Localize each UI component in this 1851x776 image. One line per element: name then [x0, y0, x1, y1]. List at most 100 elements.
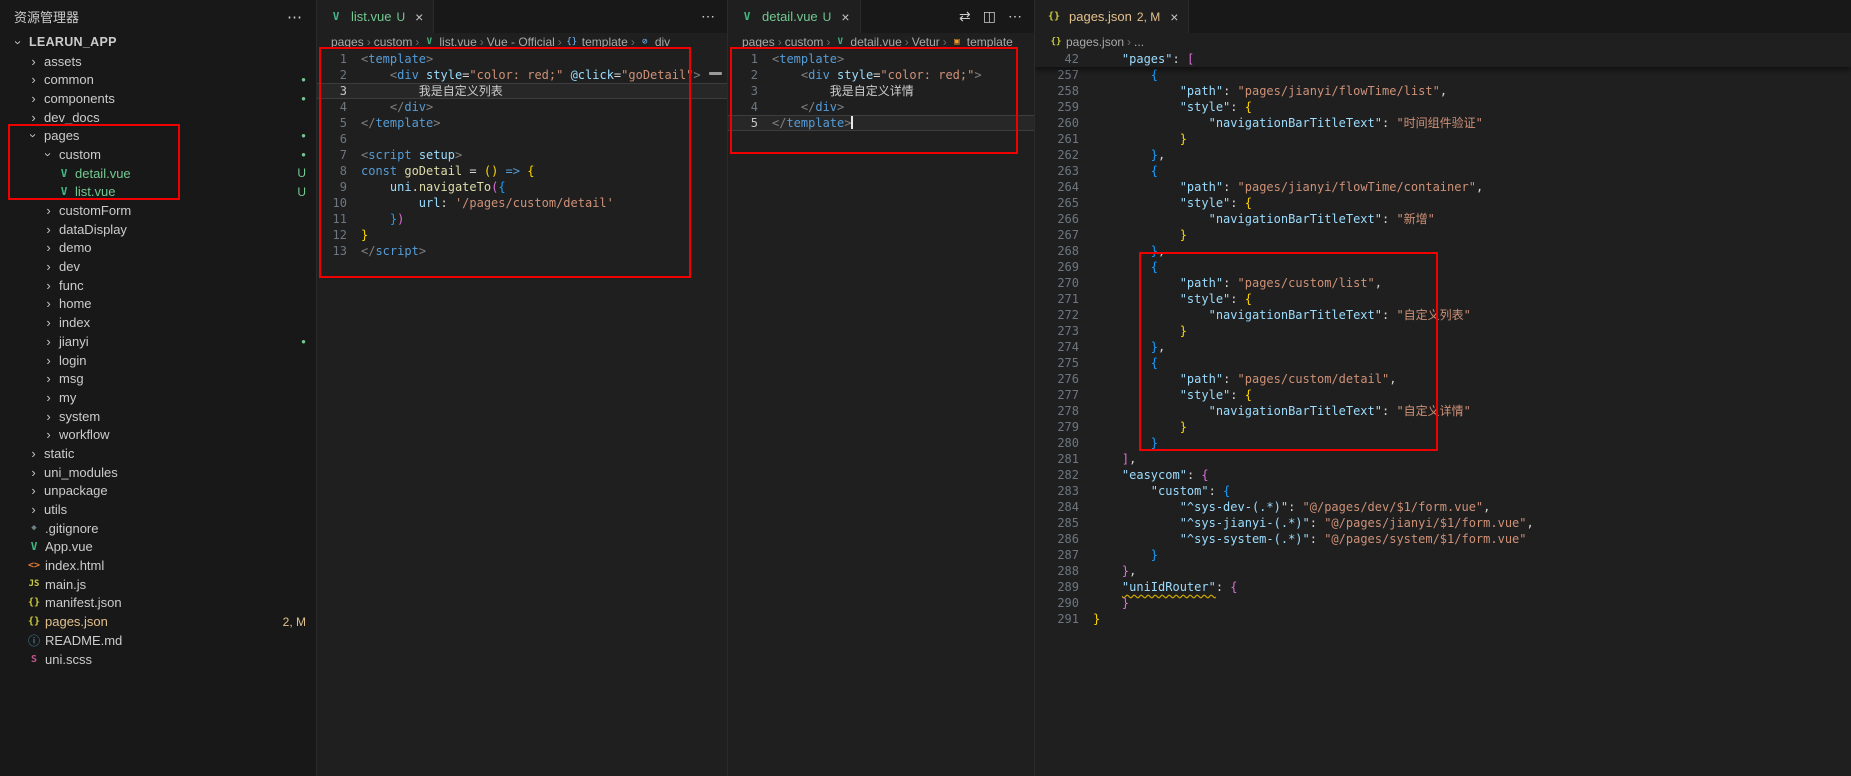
tree-item-system[interactable]: ›system: [0, 407, 316, 426]
tab-detail-vue[interactable]: V detail.vue U ×: [728, 0, 861, 33]
tree-item-static[interactable]: ›static: [0, 444, 316, 463]
code-line[interactable]: 1<template>: [317, 51, 727, 67]
code-line[interactable]: 286 "^sys-system-(.*)": "@/pages/system/…: [1035, 531, 1851, 547]
code-line[interactable]: 9 uni.navigateTo({: [317, 179, 727, 195]
code-line[interactable]: 257 {: [1035, 67, 1851, 83]
code-line[interactable]: 284 "^sys-dev-(.*)": "@/pages/dev/$1/for…: [1035, 499, 1851, 515]
breadcrumb[interactable]: pages›custom›Vdetail.vue›Vetur›▣template: [728, 33, 1034, 51]
more-actions-icon[interactable]: ⋯: [287, 8, 302, 26]
breadcrumb[interactable]: {}pages.json›...: [1035, 33, 1851, 51]
tree-item-utils[interactable]: ›utils: [0, 500, 316, 519]
open-changes-icon[interactable]: ⇄: [959, 8, 971, 25]
breadcrumb-item-list-vue[interactable]: Vlist.vue: [422, 35, 476, 49]
breadcrumb-item-pages-json[interactable]: {}pages.json: [1049, 35, 1124, 49]
code-line[interactable]: 5</template>: [728, 115, 1034, 131]
tab-list-vue[interactable]: V list.vue U ×: [317, 0, 434, 33]
tree-item-home[interactable]: ›home: [0, 295, 316, 314]
code-line[interactable]: 4 </div>: [728, 99, 1034, 115]
tree-item-workflow[interactable]: ›workflow: [0, 425, 316, 444]
code-line[interactable]: 271 "style": {: [1035, 291, 1851, 307]
code-line[interactable]: 10 url: '/pages/custom/detail': [317, 195, 727, 211]
tree-item-jianyi[interactable]: ›jianyi●: [0, 332, 316, 351]
code-area-pages-json[interactable]: 42 "pages": [257 {258 "path": "pages/jia…: [1035, 51, 1851, 776]
code-line[interactable]: 283 "custom": {: [1035, 483, 1851, 499]
split-editor-icon[interactable]: ◫: [983, 8, 996, 25]
code-line[interactable]: 282 "easycom": {: [1035, 467, 1851, 483]
code-line[interactable]: 12}: [317, 227, 727, 243]
tree-item-learun-app[interactable]: ›LEARUN_APP: [0, 33, 316, 52]
code-line[interactable]: 277 "style": {: [1035, 387, 1851, 403]
code-line[interactable]: 285 "^sys-jianyi-(.*)": "@/pages/jianyi/…: [1035, 515, 1851, 531]
sticky-scroll-line[interactable]: 42 "pages": [: [1035, 51, 1851, 67]
code-line[interactable]: 279 }: [1035, 419, 1851, 435]
tree-item-main-js[interactable]: JSmain.js: [0, 575, 316, 594]
code-line[interactable]: 268 },: [1035, 243, 1851, 259]
tree-item-assets[interactable]: ›assets: [0, 52, 316, 71]
breadcrumb-item-pages[interactable]: pages: [742, 35, 775, 49]
breadcrumb-item-pages[interactable]: pages: [331, 35, 364, 49]
code-line[interactable]: 275 {: [1035, 355, 1851, 371]
code-line[interactable]: 2 <div style="color: red;">: [728, 67, 1034, 83]
code-line[interactable]: 265 "style": {: [1035, 195, 1851, 211]
close-icon[interactable]: ×: [415, 9, 423, 25]
tree-item-unpackage[interactable]: ›unpackage: [0, 482, 316, 501]
code-line[interactable]: 260 "navigationBarTitleText": "时间组件验证": [1035, 115, 1851, 131]
close-icon[interactable]: ×: [841, 9, 849, 25]
breadcrumb-item-custom[interactable]: custom: [785, 35, 824, 49]
code-line[interactable]: 13</script>: [317, 243, 727, 259]
code-line[interactable]: 6: [317, 131, 727, 147]
code-line[interactable]: 2 <div style="color: red;" @click="goDet…: [317, 67, 727, 83]
code-line[interactable]: 289 "uniIdRouter": {: [1035, 579, 1851, 595]
code-line[interactable]: 269 {: [1035, 259, 1851, 275]
code-line[interactable]: 291}: [1035, 611, 1851, 627]
breadcrumb-item-vetur[interactable]: Vetur: [912, 35, 940, 49]
close-icon[interactable]: ×: [1170, 9, 1178, 25]
code-line[interactable]: 288 },: [1035, 563, 1851, 579]
code-line[interactable]: 11 }): [317, 211, 727, 227]
tree-item-components[interactable]: ›components●: [0, 89, 316, 108]
code-line[interactable]: 259 "style": {: [1035, 99, 1851, 115]
code-area-detail-vue[interactable]: 1<template>2 <div style="color: red;">3 …: [728, 51, 1034, 776]
tree-item-list-vue[interactable]: Vlist.vueU: [0, 183, 316, 202]
code-line[interactable]: 261 }: [1035, 131, 1851, 147]
tree-item-app-vue[interactable]: VApp.vue: [0, 538, 316, 557]
tree-item-login[interactable]: ›login: [0, 351, 316, 370]
tree-item-common[interactable]: ›common●: [0, 70, 316, 89]
code-line[interactable]: 274 },: [1035, 339, 1851, 355]
breadcrumb-item-div[interactable]: ⊘div: [638, 35, 670, 49]
tree-item-dev[interactable]: ›dev: [0, 257, 316, 276]
code-line[interactable]: 5</template>: [317, 115, 727, 131]
code-line[interactable]: 263 {: [1035, 163, 1851, 179]
code-line[interactable]: 262 },: [1035, 147, 1851, 163]
tree-item-func[interactable]: ›func: [0, 276, 316, 295]
code-line[interactable]: 4 </div>: [317, 99, 727, 115]
tree-item-gitignore[interactable]: ◆.gitignore: [0, 519, 316, 538]
more-actions-icon[interactable]: ⋯: [701, 8, 715, 25]
breadcrumb-item-custom[interactable]: custom: [374, 35, 413, 49]
code-line[interactable]: 280 }: [1035, 435, 1851, 451]
code-line[interactable]: 281 ],: [1035, 451, 1851, 467]
tree-item-index[interactable]: ›index: [0, 313, 316, 332]
tree-item-manifest-json[interactable]: {}manifest.json: [0, 594, 316, 613]
tree-item-customform[interactable]: ›customForm: [0, 201, 316, 220]
tree-item-uni-scss[interactable]: Suni.scss: [0, 650, 316, 669]
code-line[interactable]: 258 "path": "pages/jianyi/flowTime/list"…: [1035, 83, 1851, 99]
more-actions-icon[interactable]: ⋯: [1008, 8, 1022, 25]
code-line[interactable]: 287 }: [1035, 547, 1851, 563]
code-line[interactable]: 267 }: [1035, 227, 1851, 243]
tree-item-index-html[interactable]: <>index.html: [0, 556, 316, 575]
code-line[interactable]: 264 "path": "pages/jianyi/flowTime/conta…: [1035, 179, 1851, 195]
code-line[interactable]: 3 我是自定义详情: [728, 83, 1034, 99]
tree-item-pages[interactable]: ›pages●: [0, 126, 316, 145]
code-line[interactable]: 7<script setup>: [317, 147, 727, 163]
tree-item-demo[interactable]: ›demo: [0, 239, 316, 258]
breadcrumb-item-detail-vue[interactable]: Vdetail.vue: [833, 35, 901, 49]
tree-item-pages-json[interactable]: {}pages.json2, M: [0, 612, 316, 631]
code-line[interactable]: 278 "navigationBarTitleText": "自定义详情": [1035, 403, 1851, 419]
code-line[interactable]: 270 "path": "pages/custom/list",: [1035, 275, 1851, 291]
tree-item-uni-modules[interactable]: ›uni_modules: [0, 463, 316, 482]
code-line[interactable]: 266 "navigationBarTitleText": "新增": [1035, 211, 1851, 227]
breadcrumb-item-vue-official[interactable]: Vue - Official: [487, 35, 555, 49]
code-line[interactable]: 8const goDetail = () => {: [317, 163, 727, 179]
tree-item-readme-md[interactable]: ⓘREADME.md: [0, 631, 316, 650]
